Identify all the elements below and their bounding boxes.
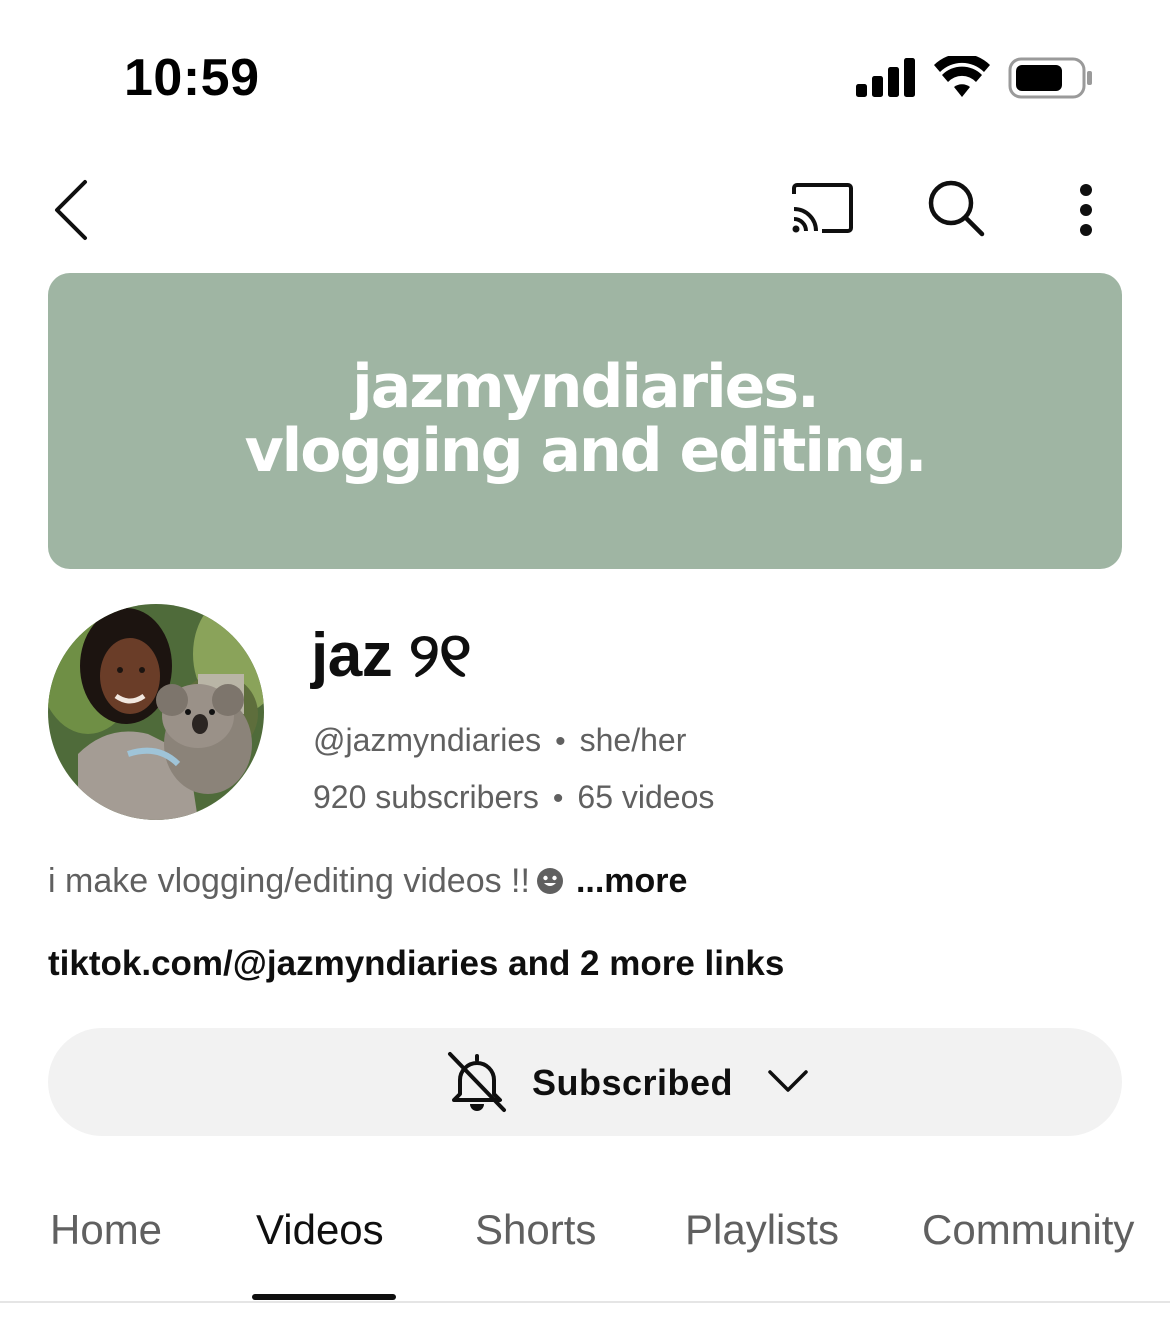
tab-community[interactable]: Community [922, 1206, 1134, 1254]
channel-tabs: Home Videos Shorts Playlists Community [0, 1180, 1170, 1304]
avatar-image [48, 604, 264, 820]
channel-pronouns: she/her [579, 722, 687, 758]
more-vertical-icon [1080, 184, 1092, 236]
tabs-divider [0, 1301, 1170, 1303]
channel-stats-row: 920 subscribers • 65 videos [313, 779, 714, 816]
channel-handle[interactable]: @jazmyndiaries [313, 722, 541, 758]
subscribed-label: Subscribed [532, 1062, 734, 1103]
search-button[interactable] [916, 170, 996, 246]
cast-button[interactable] [780, 172, 864, 244]
status-time: 10:59 [124, 49, 260, 107]
battery-icon [1008, 57, 1092, 99]
cellular-signal-icon [856, 58, 915, 97]
tab-shorts[interactable]: Shorts [475, 1206, 596, 1254]
more-options-button[interactable] [1056, 170, 1116, 250]
cast-icon [792, 183, 853, 233]
wifi-icon [934, 56, 990, 97]
video-count: 65 videos [577, 779, 715, 815]
channel-avatar[interactable] [48, 604, 264, 820]
channel-description[interactable]: i make vlogging/editing videos !! ...mor… [48, 862, 687, 901]
chevron-down-icon [768, 1070, 808, 1092]
channel-handle-row: @jazmyndiaries • she/her [313, 722, 686, 759]
tab-videos[interactable]: Videos [256, 1206, 384, 1254]
back-button[interactable] [40, 170, 104, 250]
channel-banner: jazmyndiaries. vlogging and editing. [48, 273, 1122, 569]
description-more-link[interactable]: ...more [576, 862, 687, 900]
tab-playlists[interactable]: Playlists [685, 1206, 839, 1254]
active-tab-indicator [252, 1294, 396, 1300]
separator-dot: • [552, 782, 564, 815]
channel-links[interactable]: tiktok.com/@jazmyndiaries and 2 more lin… [48, 944, 784, 984]
banner-subtitle: vlogging and editing. [244, 416, 928, 486]
subscribed-button[interactable]: Subscribed [48, 1028, 1122, 1136]
separator-dot: • [555, 725, 566, 758]
status-bar: 10:59 [0, 0, 1170, 150]
bell-off-icon [448, 1052, 506, 1112]
smiley-face-icon [536, 868, 563, 894]
channel-name: jaz ୨୧ [311, 621, 472, 690]
search-icon [928, 180, 985, 237]
banner-title: jazmyndiaries. [352, 352, 820, 422]
subscriber-count: 920 subscribers [313, 779, 539, 815]
app-bar [0, 160, 1170, 256]
description-text: i make vlogging/editing videos !! [48, 862, 530, 900]
chevron-left-icon [55, 180, 87, 240]
tab-home[interactable]: Home [50, 1206, 162, 1254]
